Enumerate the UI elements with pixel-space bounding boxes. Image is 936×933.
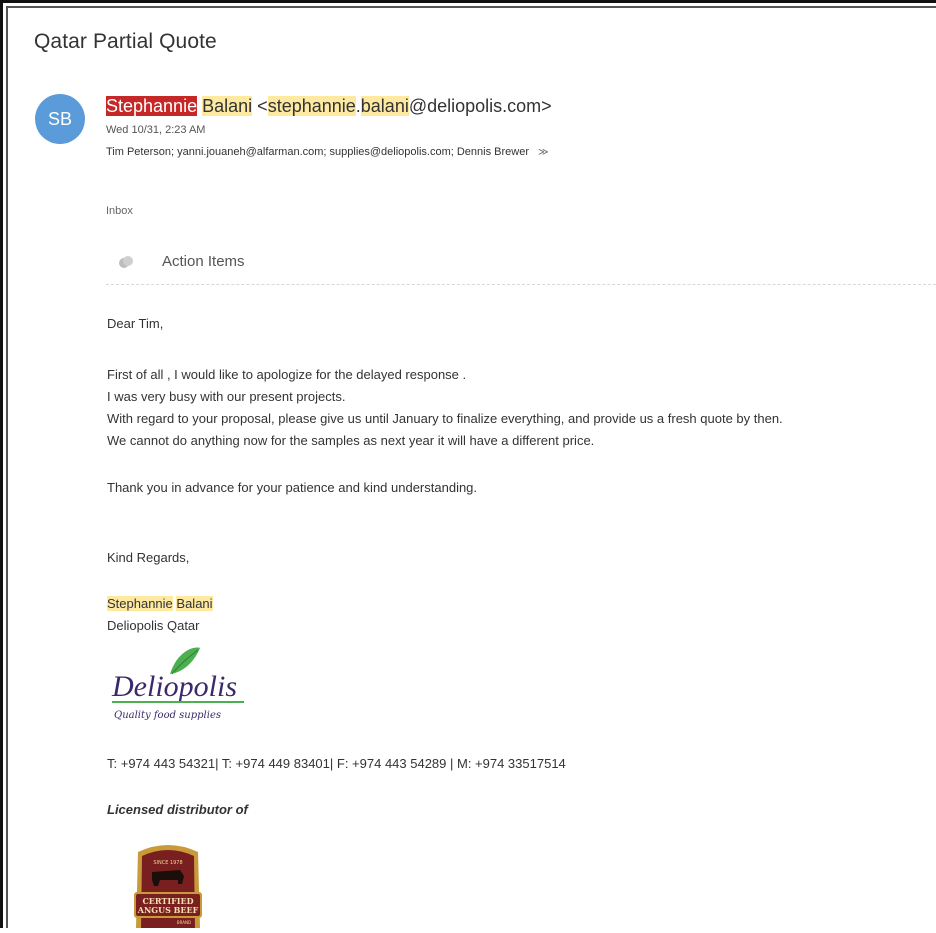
reading-pane — [6, 6, 936, 928]
body-line: We cannot do anything now for the sample… — [107, 430, 783, 452]
recipients-line[interactable]: Tim Peterson; yanni.jouaneh@alfarman.com… — [106, 146, 549, 158]
signature-last-name: Balani — [176, 596, 212, 611]
sender-line[interactable]: Stephannie Balani <stephannie.balani@del… — [106, 96, 552, 117]
deliopolis-logo: Deliopolis Quality food supplies — [108, 644, 258, 724]
folder-label[interactable]: Inbox — [106, 205, 133, 217]
avatar-initials: SB — [48, 109, 72, 130]
email-subject: Qatar Partial Quote — [34, 30, 217, 54]
recipients-list: Tim Peterson; yanni.jouaneh@alfarman.com… — [106, 146, 529, 158]
badge-line2: ANGUS BEEF — [137, 905, 199, 915]
sender-email-user2: balani — [361, 96, 409, 116]
signature-company: Deliopolis Qatar — [107, 618, 200, 633]
body-line: With regard to your proposal, please giv… — [107, 408, 783, 430]
sender-last-name: Balani — [202, 96, 252, 116]
greeting: Dear Tim, — [107, 316, 163, 331]
expand-recipients-icon[interactable]: ≫ — [538, 147, 548, 158]
action-items-row[interactable]: Action Items — [118, 253, 245, 270]
sender-email-user1: stephannie — [268, 96, 356, 116]
signature-first-name: Stephannie — [107, 596, 173, 611]
sent-date: Wed 10/31, 2:23 AM — [106, 124, 205, 136]
badge-brand: BRAND — [177, 920, 191, 925]
header-divider — [106, 284, 936, 285]
closing-line: Kind Regards, — [107, 550, 189, 565]
action-items-icon — [118, 255, 134, 269]
sender-email-open: < — [257, 96, 268, 116]
contact-numbers: T: +974 443 54321| T: +974 449 83401| F:… — [107, 756, 566, 771]
certified-angus-beef-logo: SINCE 1978 CERTIFIED ANGUS BEEF BRAND — [128, 842, 208, 928]
sender-avatar[interactable]: SB — [35, 94, 85, 144]
action-items-label: Action Items — [162, 253, 245, 270]
logo-tagline: Quality food supplies — [114, 710, 221, 721]
licensed-distributor-label: Licensed distributor of — [107, 802, 248, 817]
signature-name: Stephannie Balani — [107, 596, 213, 611]
thanks-line: Thank you in advance for your patience a… — [107, 480, 477, 495]
sender-first-name: Stephannie — [106, 96, 197, 116]
logo-wordmark: Deliopolis — [111, 670, 237, 703]
sender-email-domain: @deliopolis.com> — [409, 96, 552, 116]
badge-top-text: SINCE 1978 — [153, 860, 182, 866]
body-line: First of all , I would like to apologize… — [107, 364, 783, 386]
body-line: I was very busy with our present project… — [107, 386, 783, 408]
body-paragraph: First of all , I would like to apologize… — [107, 364, 783, 452]
